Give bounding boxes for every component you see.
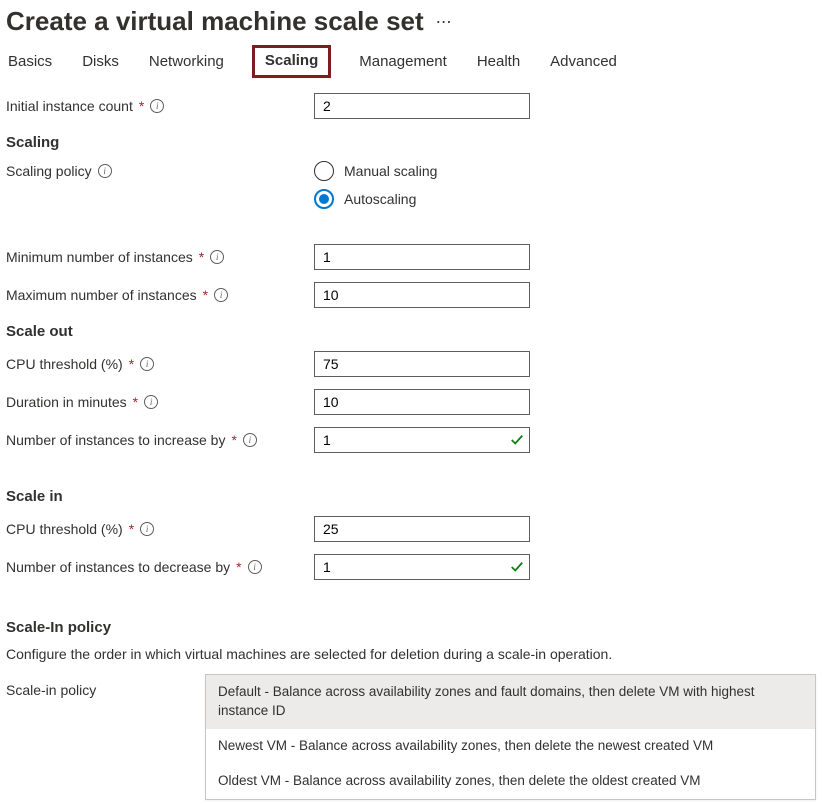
tab-advanced[interactable]: Advanced [548, 49, 619, 74]
radio-icon [314, 189, 334, 209]
tab-basics[interactable]: Basics [6, 49, 54, 74]
max-instances-input[interactable] [314, 282, 530, 308]
tabs: Basics Disks Networking Scaling Manageme… [6, 49, 816, 74]
initial-instance-label: Initial instance count [6, 98, 133, 114]
check-icon [510, 433, 524, 447]
in-decrease-input[interactable] [314, 554, 530, 580]
in-cpu-input[interactable] [314, 516, 530, 542]
info-icon[interactable]: i [144, 395, 158, 409]
radio-auto-label: Autoscaling [344, 191, 416, 207]
out-increase-input[interactable] [314, 427, 530, 453]
tab-disks[interactable]: Disks [80, 49, 121, 74]
dropdown-option-oldest[interactable]: Oldest VM - Balance across availability … [206, 764, 815, 799]
tab-networking[interactable]: Networking [147, 49, 226, 74]
more-icon[interactable]: ⋯ [436, 12, 452, 36]
in-cpu-label: CPU threshold (%) [6, 521, 123, 537]
dropdown-option-default[interactable]: Default - Balance across availability zo… [206, 675, 815, 729]
info-icon[interactable]: i [214, 288, 228, 302]
dropdown-option-newest[interactable]: Newest VM - Balance across availability … [206, 729, 815, 764]
out-cpu-input[interactable] [314, 351, 530, 377]
info-icon[interactable]: i [98, 164, 112, 178]
required-indicator: * [231, 432, 236, 448]
radio-autoscaling[interactable]: Autoscaling [314, 189, 437, 209]
scale-in-policy-description: Configure the order in which virtual mac… [6, 646, 816, 662]
required-indicator: * [139, 98, 144, 114]
info-icon[interactable]: i [243, 433, 257, 447]
scale-in-policy-label: Scale-in policy [6, 682, 96, 698]
info-icon[interactable]: i [210, 250, 224, 264]
tab-management[interactable]: Management [357, 49, 449, 74]
required-indicator: * [133, 394, 138, 410]
tab-health[interactable]: Health [475, 49, 522, 74]
min-instances-label: Minimum number of instances [6, 249, 193, 265]
out-duration-input[interactable] [314, 389, 530, 415]
tab-scaling[interactable]: Scaling [252, 45, 331, 78]
out-duration-label: Duration in minutes [6, 394, 127, 410]
check-icon [510, 560, 524, 574]
required-indicator: * [203, 287, 208, 303]
required-indicator: * [236, 559, 241, 575]
radio-icon [314, 161, 334, 181]
required-indicator: * [199, 249, 204, 265]
scale-in-policy-dropdown[interactable]: Default - Balance across availability zo… [205, 674, 816, 800]
info-icon[interactable]: i [248, 560, 262, 574]
info-icon[interactable]: i [140, 357, 154, 371]
info-icon[interactable]: i [150, 99, 164, 113]
page-title: Create a virtual machine scale set [6, 6, 424, 37]
max-instances-label: Maximum number of instances [6, 287, 197, 303]
scaling-section-title: Scaling [6, 134, 816, 151]
out-increase-label: Number of instances to increase by [6, 432, 225, 448]
out-cpu-label: CPU threshold (%) [6, 356, 123, 372]
scale-out-section-title: Scale out [6, 323, 816, 340]
initial-instance-input[interactable] [314, 93, 530, 119]
required-indicator: * [129, 521, 134, 537]
min-instances-input[interactable] [314, 244, 530, 270]
scaling-policy-label: Scaling policy [6, 163, 92, 179]
scale-in-section-title: Scale in [6, 488, 816, 505]
in-decrease-label: Number of instances to decrease by [6, 559, 230, 575]
scale-in-policy-section-title: Scale-In policy [6, 619, 816, 636]
required-indicator: * [129, 356, 134, 372]
radio-manual-scaling[interactable]: Manual scaling [314, 161, 437, 181]
radio-manual-label: Manual scaling [344, 163, 437, 179]
info-icon[interactable]: i [140, 522, 154, 536]
